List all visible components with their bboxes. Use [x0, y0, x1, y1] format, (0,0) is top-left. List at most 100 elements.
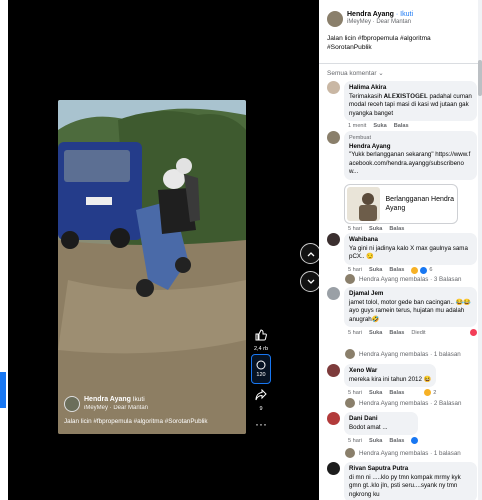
author-avatar[interactable]	[327, 11, 343, 27]
comment-item: Rivan Saputra Putra di mn ni .....klo py…	[327, 462, 477, 500]
next-reel-button[interactable]	[300, 271, 321, 292]
love-reaction-icon	[470, 329, 477, 337]
haha-reaction-icon	[411, 266, 419, 274]
comment-item: Djamal Jem jamet tolol, motor gede ban c…	[327, 287, 477, 337]
comments-panel: Hendra Ayang · Ikuti iMeyMey · Dear Mant…	[319, 0, 482, 500]
comment-text: Ya gini ni jadinya kalo X max gaulnya sa…	[349, 244, 468, 261]
comment-text: jamet tolol, motor gede ban cacingan.. 😂…	[349, 298, 472, 323]
comment-button[interactable]: 120	[251, 354, 271, 384]
subscribe-card[interactable]: Berlangganan Hendra Ayang	[344, 183, 458, 224]
comment-text: mereka kira ini tahun 2012 😆	[349, 375, 432, 383]
browser-edge	[0, 0, 8, 500]
action-rail: 2,4 rb 120 9 ···	[249, 326, 273, 430]
chevron-up-icon	[307, 251, 314, 256]
comment-count: 120	[256, 372, 266, 378]
reel-video[interactable]: Hendra Ayang Ikuti iMeyMey · Dear Mantan…	[58, 100, 246, 434]
reaction-summary[interactable]: 6	[411, 266, 433, 274]
comment-time[interactable]: 1 menit	[348, 123, 366, 129]
haha-reaction-icon	[424, 389, 432, 397]
more-options-icon[interactable]: ···	[255, 418, 267, 430]
comment-item: Halima Akira Terimakasih 𝐀𝐋𝐄𝐗𝐈𝐒𝐓𝐎𝐆𝐄𝐋 pad…	[327, 81, 477, 129]
avatar[interactable]	[327, 287, 340, 300]
comment-time[interactable]: 5 hari	[348, 330, 362, 336]
reply-link[interactable]: Balas	[389, 267, 404, 273]
edge-indicator	[0, 372, 6, 408]
post-header: Hendra Ayang · Ikuti iMeyMey · Dear Mant…	[327, 11, 413, 27]
commenter-name[interactable]: Rivan Saputra Putra	[349, 465, 472, 474]
comment-item: Xeno War mereka kira ini tahun 2012 😆 5 …	[327, 364, 477, 397]
replies-toggle[interactable]: Hendra Ayang membalas · 3 Balasan	[345, 274, 479, 284]
comment-actions: 5 hari Suka Balas Diedit	[344, 329, 477, 337]
avatar[interactable]	[327, 81, 340, 94]
commenter-name[interactable]: Halima Akira	[349, 84, 472, 93]
replies-toggle[interactable]: Hendra Ayang membalas · 1 balasan	[345, 349, 479, 359]
avatar	[345, 349, 355, 359]
like-link[interactable]: Suka	[369, 390, 382, 396]
like-link[interactable]: Suka	[369, 438, 382, 444]
comment-bubble: Xeno War mereka kira ini tahun 2012 😆	[344, 364, 437, 388]
comment-time[interactable]: 5 hari	[348, 267, 362, 273]
avatar[interactable]	[327, 233, 340, 246]
reply-link[interactable]: Balas	[389, 438, 404, 444]
subscribe-label: Berlangganan Hendra Ayang	[385, 195, 455, 212]
comment-text[interactable]: "Yukk berlangganan sekarang" https://www…	[349, 151, 470, 175]
follow-link[interactable]: · Ikuti	[396, 11, 413, 18]
author-name[interactable]: Hendra Ayang	[84, 396, 131, 403]
comment-text: di mn ni .....klo py tmn kompak mrmy kyk…	[349, 473, 461, 498]
reply-link[interactable]: Balas	[389, 226, 404, 232]
like-icon[interactable]	[252, 326, 270, 344]
comment-time[interactable]: 5 hari	[348, 390, 362, 396]
avatar	[345, 274, 355, 284]
post-caption-line: #SorotanPublik	[327, 44, 372, 52]
replies-toggle[interactable]: Hendra Ayang membalas · 2 Balasan	[345, 398, 479, 408]
comment-time[interactable]: 5 hari	[348, 226, 362, 232]
comment-item: Wahibana Ya gini ni jadinya kalo X max g…	[327, 233, 477, 274]
comment-time[interactable]: 5 hari	[348, 438, 362, 444]
reaction-summary[interactable]: 2	[424, 389, 436, 397]
author-avatar[interactable]	[64, 395, 80, 412]
music-label[interactable]: iMeyMey · Dear Mantan	[347, 19, 413, 25]
music-label[interactable]: iMeyMey · Dear Mantan	[84, 404, 148, 412]
video-caption: Hendra Ayang Ikuti iMeyMey · Dear Mantan…	[64, 395, 242, 426]
like-reaction-icon	[420, 266, 428, 274]
comment-bubble: Djamal Jem jamet tolol, motor gede ban c…	[344, 287, 477, 328]
comment-bubble: Rivan Saputra Putra di mn ni .....klo py…	[344, 462, 477, 500]
sort-comments-dropdown[interactable]: Semua komentar ⌄	[327, 69, 384, 77]
commenter-name[interactable]: Djamal Jem	[349, 290, 472, 299]
previous-reel-button[interactable]	[300, 243, 321, 264]
comment-icon	[256, 360, 266, 370]
comment-bubble: Pembuat Hendra Ayang "Yukk berlangganan …	[344, 131, 477, 180]
avatar[interactable]	[327, 364, 340, 377]
avatar	[345, 448, 355, 458]
comment-bubble: Halima Akira Terimakasih 𝐀𝐋𝐄𝐗𝐈𝐒𝐓𝐎𝐆𝐄𝐋 pad…	[344, 81, 477, 122]
scrollbar-thumb[interactable]	[478, 60, 482, 96]
reaction-count: 6	[429, 267, 433, 274]
comment-actions: 5 hari Suka Balas	[344, 437, 419, 445]
like-count: 2,4 rb	[253, 346, 269, 352]
share-icon[interactable]	[252, 386, 270, 404]
commenter-name[interactable]: Xeno War	[349, 367, 431, 376]
author-badge: Pembuat	[349, 135, 372, 141]
avatar[interactable]	[327, 412, 340, 425]
reply-link[interactable]: Balas	[394, 123, 409, 129]
follow-link[interactable]: Ikuti	[133, 396, 145, 403]
commenter-name[interactable]: Wahibana	[349, 236, 472, 245]
avatar[interactable]	[327, 131, 340, 144]
avatar[interactable]	[327, 462, 340, 475]
like-link[interactable]: Suka	[369, 226, 382, 232]
commenter-name[interactable]: Dani Dani	[349, 415, 413, 424]
reply-link[interactable]: Balas	[389, 390, 404, 396]
comments-scrollbar[interactable]	[478, 0, 482, 500]
divider	[319, 63, 482, 64]
post-caption-line: Jalan licin #fbpropemula #algoritma	[327, 35, 431, 42]
replies-label: Hendra Ayang membalas · 1 balasan	[359, 449, 461, 457]
like-link[interactable]: Suka	[373, 123, 386, 129]
like-link[interactable]: Suka	[369, 267, 382, 273]
like-link[interactable]: Suka	[369, 330, 382, 336]
author-name[interactable]: Hendra Ayang	[347, 11, 394, 18]
comment-item: Dani Dani Bodot amat ... 5 hari Suka Bal…	[327, 412, 477, 445]
replies-toggle[interactable]: Hendra Ayang membalas · 1 balasan	[345, 448, 479, 458]
reply-link[interactable]: Balas	[389, 330, 404, 336]
subscribe-thumbnail	[347, 186, 380, 221]
commenter-name[interactable]: Hendra Ayang	[349, 143, 472, 152]
